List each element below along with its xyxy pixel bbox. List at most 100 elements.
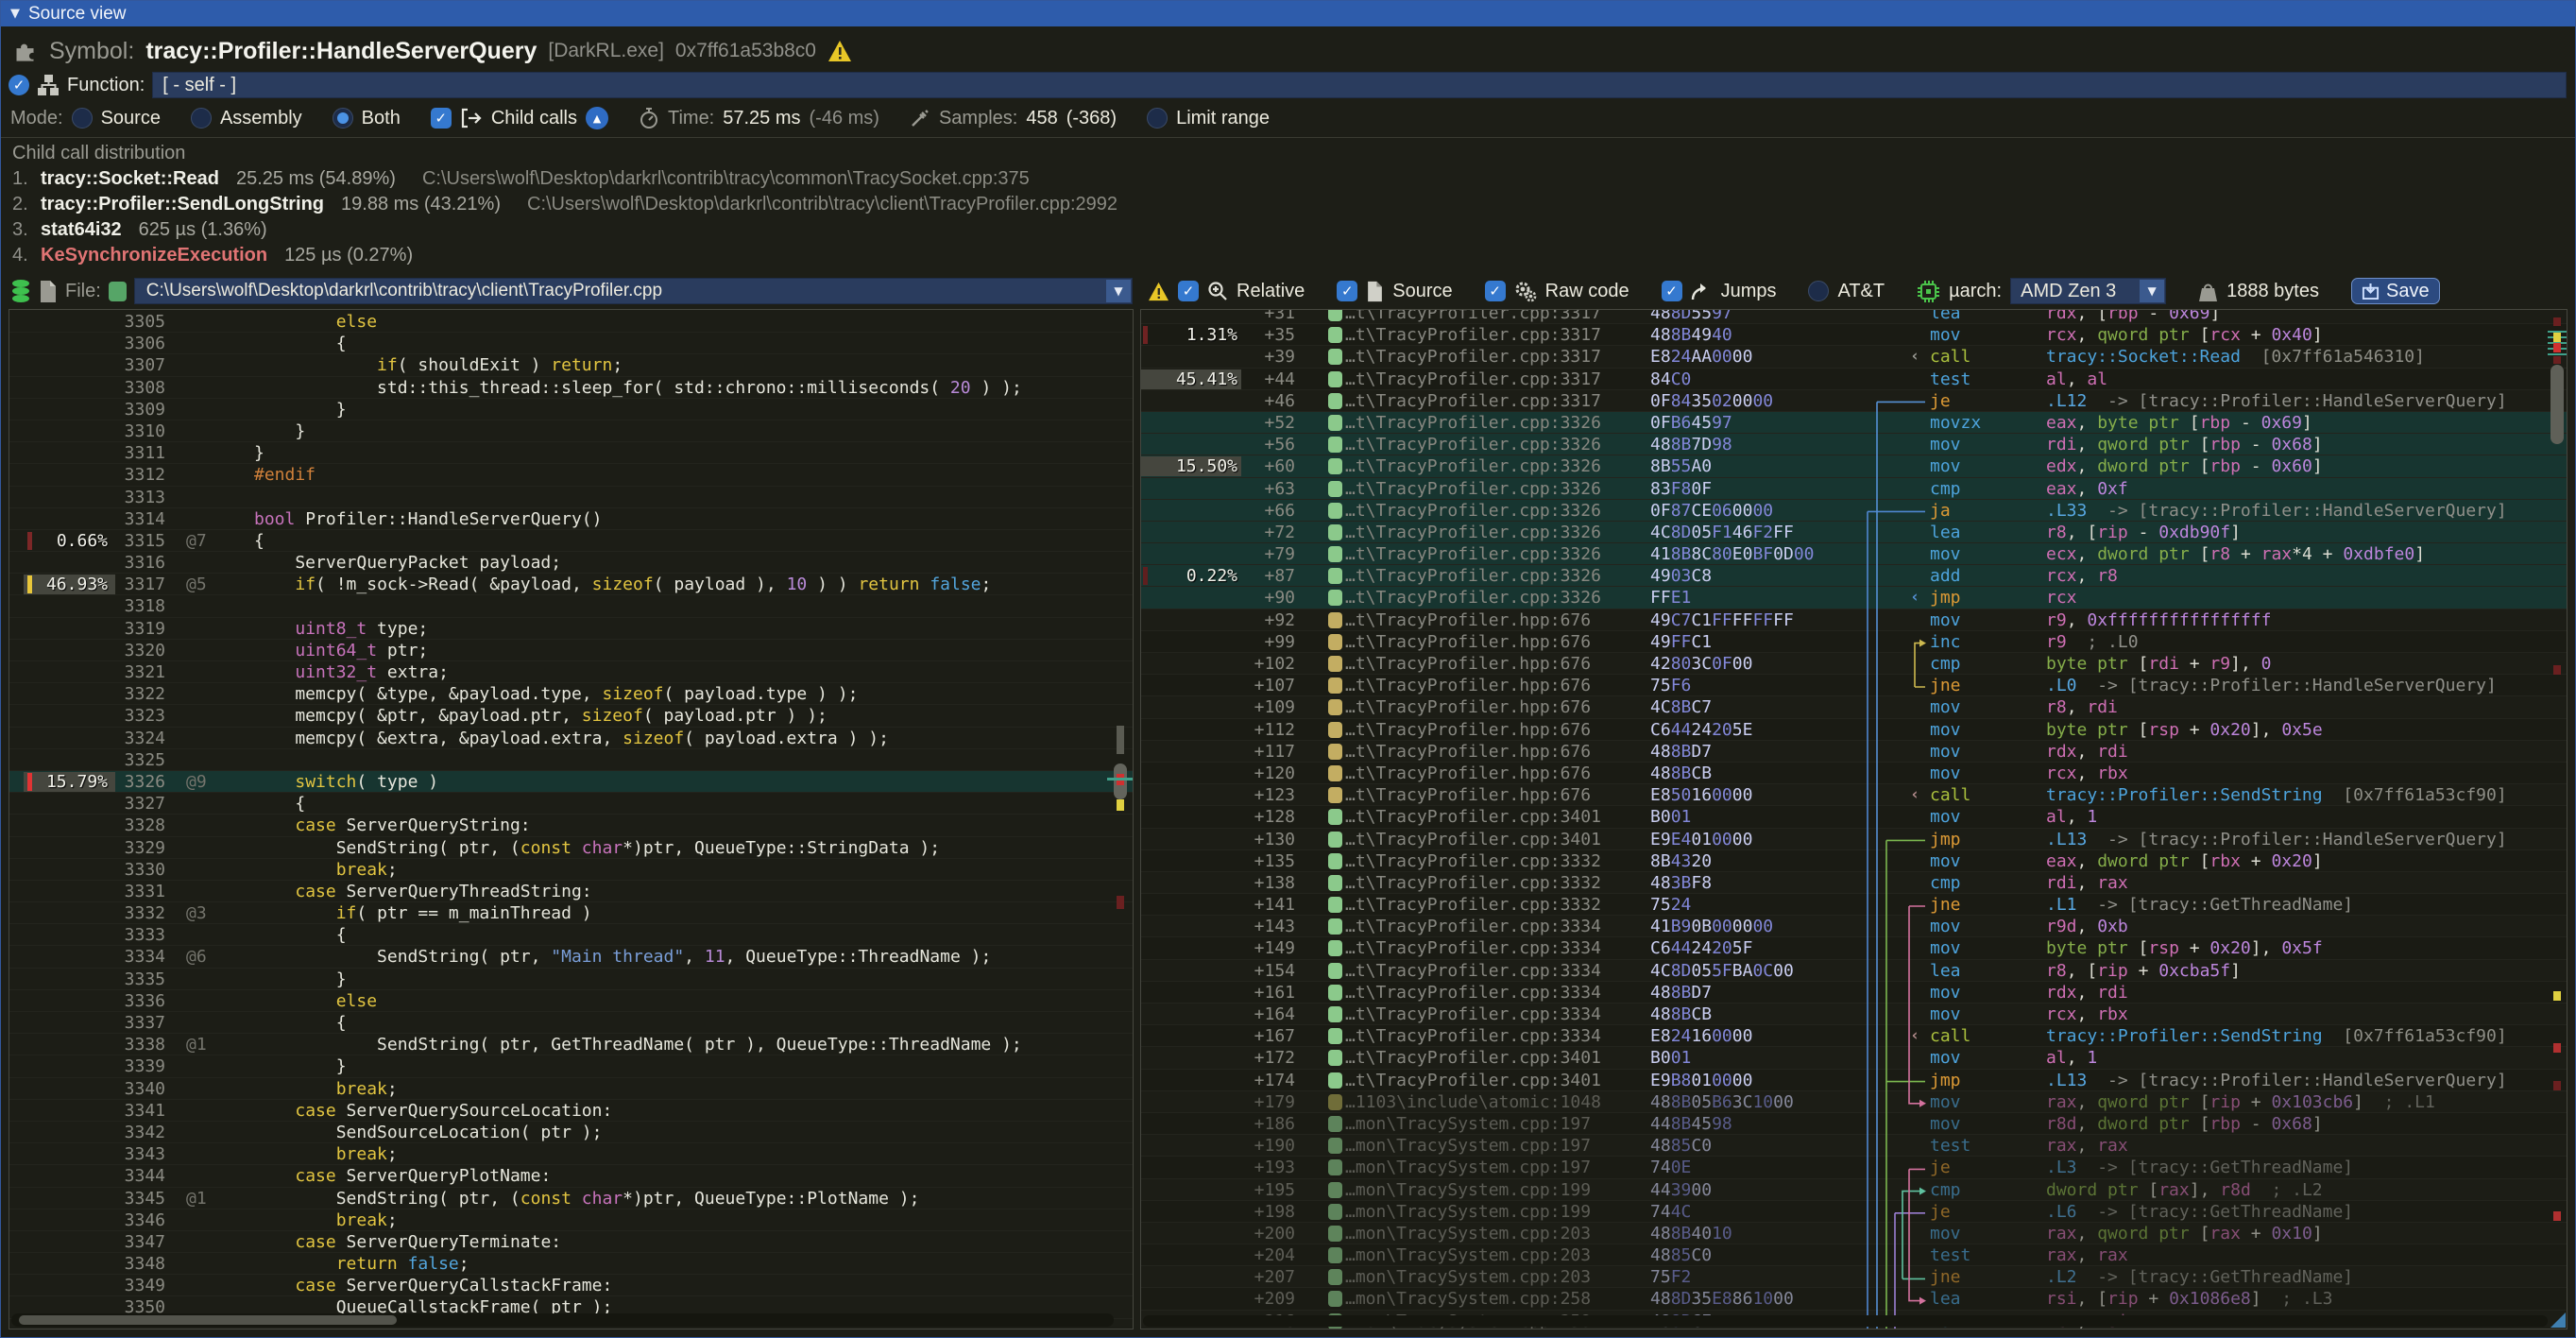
source-horizontal-scrollbar[interactable] xyxy=(11,1313,1114,1327)
asm-row[interactable]: 1.31%+35…t\TracyProfiler.cpp:3317488B494… xyxy=(1141,324,2567,346)
source-row[interactable]: 3342 SendSourceLocation( ptr ); xyxy=(9,1122,1133,1143)
asm-row[interactable]: +123…t\TracyProfiler.hpp:676E850160000‹c… xyxy=(1141,784,2567,806)
assembly-horizontal-scrollbar[interactable] xyxy=(1143,1315,2548,1327)
child-call-item[interactable]: 3.stat64i32625 µs (1.36%) xyxy=(12,217,2567,243)
source-row[interactable]: 3341 case ServerQuerySourceLocation: xyxy=(9,1100,1133,1122)
source-row[interactable]: 3331 case ServerQueryThreadString: xyxy=(9,881,1133,902)
source-row[interactable]: 3306 { xyxy=(9,333,1133,354)
source-row[interactable]: 3333 { xyxy=(9,924,1133,946)
file-combobox[interactable]: C:\Users\wolf\Desktop\darkrl\contrib\tra… xyxy=(134,278,1133,304)
asm-row[interactable]: +112…t\TracyProfiler.hpp:676C64424205Emo… xyxy=(1141,719,2567,741)
source-row[interactable]: 3346 break; xyxy=(9,1209,1133,1231)
source-row[interactable]: 3330 break; xyxy=(9,859,1133,881)
asm-row[interactable]: +135…t\TracyProfiler.cpp:33328B4320movea… xyxy=(1141,850,2567,872)
child-calls-checkbox[interactable]: ✓ xyxy=(431,108,452,129)
source-vertical-scrollbar[interactable] xyxy=(1113,312,1128,1312)
asm-row[interactable]: +186…mon\TracySystem.cpp:197448B4598movr… xyxy=(1141,1113,2567,1135)
source-row[interactable]: 3339 } xyxy=(9,1055,1133,1077)
source-row[interactable]: 3311} xyxy=(9,442,1133,464)
asm-row[interactable]: +190…mon\TracySystem.cpp:1974885C0testra… xyxy=(1141,1135,2567,1157)
asm-row[interactable]: +204…mon\TracySystem.cpp:2034885C0testra… xyxy=(1141,1244,2567,1266)
asm-row[interactable]: +209…mon\TracySystem.cpp:258488D35E88610… xyxy=(1141,1288,2567,1310)
mode-radio-assembly[interactable] xyxy=(191,108,212,129)
uarch-combo-arrow-icon[interactable]: ▼ xyxy=(2140,280,2164,302)
source-row[interactable]: 3308 std::this_thread::sleep_for( std::c… xyxy=(9,377,1133,399)
asm-row[interactable]: +179…1103\include\atomic:1048488B05B63C1… xyxy=(1141,1091,2567,1113)
asm-row[interactable]: +138…t\TracyProfiler.cpp:3332483BF8cmprd… xyxy=(1141,872,2567,894)
asm-row[interactable]: +102…t\TracyProfiler.hpp:67642803C0F00cm… xyxy=(1141,653,2567,675)
asm-row[interactable]: +154…t\TracyProfiler.cpp:33344C8D055FBA0… xyxy=(1141,960,2567,982)
source-row[interactable]: 3319 uint8_t type; xyxy=(9,618,1133,640)
asm-row[interactable]: +198…mon\TracySystem.cpp:199744Cje.L6 ->… xyxy=(1141,1201,2567,1223)
source-row[interactable]: 3313 xyxy=(9,487,1133,508)
resize-grip[interactable] xyxy=(2550,1312,2566,1328)
asm-row[interactable]: +149…t\TracyProfiler.cpp:3334C64424205Fm… xyxy=(1141,937,2567,959)
asm-row[interactable]: +46…t\TracyProfiler.cpp:33170F8435020000… xyxy=(1141,390,2567,412)
source-row[interactable]: 3343 break; xyxy=(9,1143,1133,1165)
asm-row[interactable]: +107…t\TracyProfiler.hpp:67675F6jne.L0 -… xyxy=(1141,675,2567,696)
save-button[interactable]: Save xyxy=(2351,278,2440,304)
limit-range-checkbox[interactable] xyxy=(1147,108,1168,129)
asm-row[interactable]: +66…t\TracyProfiler.cpp:33260F87CE060000… xyxy=(1141,500,2567,522)
source-row[interactable]: 3336 else xyxy=(9,990,1133,1012)
collapse-up-button[interactable]: ▲ xyxy=(586,107,608,129)
source-row[interactable]: 3344 case ServerQueryPlotName: xyxy=(9,1165,1133,1187)
asm-row[interactable]: +193…mon\TracySystem.cpp:197740Eje.L3 ->… xyxy=(1141,1157,2567,1178)
asm-row[interactable]: +207…mon\TracySystem.cpp:20375F2jne.L2 -… xyxy=(1141,1266,2567,1288)
asm-row[interactable]: +161…t\TracyProfiler.cpp:3334488BD7movrd… xyxy=(1141,982,2567,1004)
source-row[interactable]: 3305 else xyxy=(9,311,1133,333)
att-checkbox[interactable] xyxy=(1808,281,1829,301)
source-row[interactable]: 3332@3 if( ptr == m_mainThread ) xyxy=(9,902,1133,924)
asm-row[interactable]: +120…t\TracyProfiler.hpp:676488BCBmovrcx… xyxy=(1141,763,2567,784)
jumps-checkbox[interactable]: ✓ xyxy=(1662,281,1682,301)
window-titlebar[interactable]: ▼ Source view xyxy=(1,1,2575,26)
asm-row[interactable]: 45.41%+44…t\TracyProfiler.cpp:331784C0te… xyxy=(1141,369,2567,390)
source-checkbox[interactable]: ✓ xyxy=(1337,281,1357,301)
source-row[interactable]: 3323 memcpy( &ptr, &payload.ptr, sizeof(… xyxy=(9,705,1133,727)
source-row[interactable]: 3340 break; xyxy=(9,1078,1133,1100)
asm-row[interactable]: +63…t\TracyProfiler.cpp:332683F80Fcmpeax… xyxy=(1141,478,2567,500)
source-row[interactable]: 3329 SendString( ptr, (const char*)ptr, … xyxy=(9,837,1133,859)
source-row[interactable]: 3328 case ServerQueryString: xyxy=(9,815,1133,836)
source-row[interactable]: 3320 uint64_t ptr; xyxy=(9,640,1133,661)
source-row[interactable]: 3347 case ServerQueryTerminate: xyxy=(9,1231,1133,1253)
asm-row[interactable]: +130…t\TracyProfiler.cpp:3401E9E4010000j… xyxy=(1141,829,2567,850)
source-row[interactable]: 3307 if( shouldExit ) return; xyxy=(9,354,1133,376)
asm-row[interactable]: +143…t\TracyProfiler.cpp:333441B90B00000… xyxy=(1141,916,2567,937)
assembly-vertical-scrollbar[interactable] xyxy=(2550,312,2565,1313)
asm-row[interactable]: +128…t\TracyProfiler.cpp:3401B001moval, … xyxy=(1141,806,2567,828)
mode-radio-both[interactable] xyxy=(333,108,353,129)
asm-row[interactable]: +90…t\TracyProfiler.cpp:3326FFE1‹jmprcx xyxy=(1141,587,2567,609)
asm-row[interactable]: +172…t\TracyProfiler.cpp:3401B001moval, … xyxy=(1141,1047,2567,1069)
asm-row[interactable]: +99…t\TracyProfiler.hpp:67649FFC1incr9 ;… xyxy=(1141,631,2567,653)
child-call-item[interactable]: 4.KeSynchronizeExecution125 µs (0.27%) xyxy=(12,243,2567,268)
source-row[interactable]: 3325 xyxy=(9,749,1133,771)
source-row[interactable]: 3327 { xyxy=(9,793,1133,815)
asm-row[interactable]: +164…t\TracyProfiler.cpp:3334488BCBmovrc… xyxy=(1141,1004,2567,1025)
asm-row[interactable]: +167…t\TracyProfiler.cpp:3334E824160000‹… xyxy=(1141,1025,2567,1047)
asm-row[interactable]: +117…t\TracyProfiler.hpp:676488BD7movrdx… xyxy=(1141,741,2567,763)
asm-row[interactable]: +52…t\TracyProfiler.cpp:33260FB64597movz… xyxy=(1141,412,2567,434)
source-row[interactable]: 3335 } xyxy=(9,969,1133,990)
source-row[interactable]: 3316 ServerQueryPacket payload; xyxy=(9,552,1133,574)
function-combobox[interactable]: [ - self - ] xyxy=(152,72,2567,98)
asm-row[interactable]: 15.50%+60…t\TracyProfiler.cpp:33268B55A0… xyxy=(1141,455,2567,477)
source-row[interactable]: 3348 return false; xyxy=(9,1253,1133,1275)
source-row[interactable]: 3349 case ServerQueryCallstackFrame: xyxy=(9,1275,1133,1296)
asm-row[interactable]: +39…t\TracyProfiler.cpp:3317E824AA0000‹c… xyxy=(1141,346,2567,368)
asm-row[interactable]: +31…t\TracyProfiler.cpp:3317488D5597lear… xyxy=(1141,309,2567,324)
child-call-item[interactable]: 2.tracy::Profiler::SendLongString19.88 m… xyxy=(12,192,2567,217)
source-row[interactable]: 15.79%3326@9 switch( type ) xyxy=(9,771,1133,793)
raw-code-checkbox[interactable]: ✓ xyxy=(1485,281,1506,301)
source-row[interactable]: 3309 } xyxy=(9,399,1133,420)
asm-row[interactable]: +200…mon\TracySystem.cpp:203488B4010movr… xyxy=(1141,1223,2567,1244)
source-row[interactable]: 3321 uint32_t extra; xyxy=(9,661,1133,683)
asm-row[interactable]: +56…t\TracyProfiler.cpp:3326488B7D98movr… xyxy=(1141,434,2567,455)
asm-row[interactable]: +92…t\TracyProfiler.hpp:67649C7C1FFFFFFF… xyxy=(1141,609,2567,631)
source-row[interactable]: 3314bool Profiler::HandleServerQuery() xyxy=(9,508,1133,530)
source-row[interactable]: 3337 { xyxy=(9,1012,1133,1034)
source-row[interactable]: 3310 } xyxy=(9,420,1133,442)
uarch-combobox[interactable]: AMD Zen 3 ▼ xyxy=(2010,278,2166,304)
mode-radio-source[interactable] xyxy=(72,108,93,129)
source-row[interactable]: 3322 memcpy( &type, &payload.type, sizeo… xyxy=(9,683,1133,705)
